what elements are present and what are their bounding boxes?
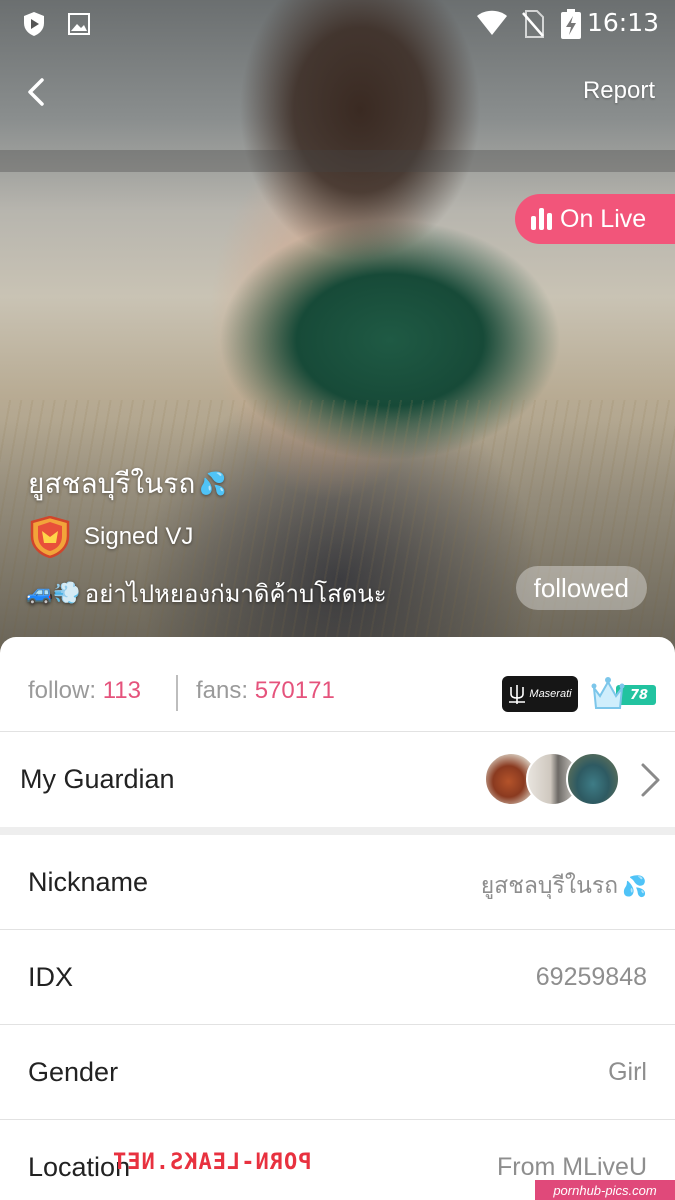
- fans-count: 570171: [254, 677, 335, 704]
- profile-name-text: ยูสชลบุรีในรถ: [28, 467, 196, 500]
- live-badge-label: On Live: [560, 204, 647, 233]
- section-gap: [0, 827, 675, 835]
- idx-row: IDX 69259848: [0, 930, 675, 1025]
- chevron-right-icon[interactable]: [635, 760, 665, 800]
- image-icon: [68, 13, 90, 35]
- live-badge[interactable]: On Live: [515, 194, 675, 244]
- gender-row: Gender Girl: [0, 1025, 675, 1120]
- idx-value: 69259848: [535, 963, 647, 991]
- my-guardian-row[interactable]: My Guardian: [0, 732, 675, 827]
- location-value: From MLiveU: [496, 1153, 647, 1181]
- watermark-text: PORN-LEAKS.NET: [112, 1150, 312, 1175]
- wifi-icon: [477, 10, 507, 35]
- maserati-label: Maserati: [529, 688, 572, 700]
- battery-charging-icon: [561, 9, 581, 39]
- car-dash-emoji: 🚙💨: [26, 581, 81, 606]
- hero-background-stripe: [0, 150, 675, 172]
- live-bars-icon: [531, 208, 552, 230]
- follow-stat[interactable]: follow: 113: [28, 677, 141, 705]
- droplets-emoji: 💦: [199, 471, 227, 497]
- profile-status-text: อย่าไปหยองก่มาดิค้าบโสดนะ: [84, 580, 387, 608]
- follow-count: 113: [102, 677, 141, 704]
- crown-icon: [591, 677, 625, 709]
- stats-row: follow: 113 fans: 570171 Maserati 78: [0, 637, 675, 732]
- profile-name: ยูสชลบุรีในรถ 💦: [28, 462, 227, 506]
- followed-button[interactable]: followed: [515, 566, 647, 610]
- nickname-text: ยูสชลบุรีในรถ: [480, 873, 619, 899]
- fans-stat[interactable]: fans: 570171: [196, 677, 335, 705]
- profile-status-message: 🚙💨 อย่าไปหยองก่มาดิค้าบโสดนะ: [26, 574, 387, 613]
- profile-info-panel: follow: 113 fans: 570171 Maserati 78 My …: [0, 637, 675, 1200]
- follow-label: follow:: [28, 677, 97, 704]
- gender-value: Girl: [608, 1058, 647, 1086]
- fans-label: fans:: [196, 677, 249, 704]
- trident-icon: [509, 685, 526, 704]
- nickname-label: Nickname: [28, 867, 149, 897]
- signed-vj-row: Signed VJ: [28, 516, 193, 558]
- gender-label: Gender: [28, 1057, 119, 1087]
- status-time: 16:13: [586, 8, 659, 37]
- vj-shield-icon: [30, 516, 70, 558]
- idx-label: IDX: [28, 962, 74, 992]
- status-bar: 16:13: [0, 0, 675, 48]
- hero-photo: [0, 0, 675, 660]
- stats-divider: [176, 675, 178, 711]
- level-badge: 78: [590, 674, 658, 714]
- report-button[interactable]: Report: [583, 77, 655, 105]
- guardian-avatar-3[interactable]: [566, 752, 620, 806]
- corner-watermark: pornhub-pics.com: [535, 1180, 675, 1200]
- nickname-emoji: 💦: [622, 874, 647, 898]
- maserati-badge: Maserati: [502, 676, 578, 712]
- nickname-row: Nickname ยูสชลบุรีในรถ 💦: [0, 835, 675, 930]
- no-sim-icon: [522, 10, 544, 38]
- shield-play-icon: [24, 12, 44, 36]
- my-guardian-label: My Guardian: [20, 764, 175, 794]
- signed-vj-label: Signed VJ: [84, 523, 194, 550]
- nickname-value: ยูสชลบุรีในรถ 💦: [481, 868, 647, 904]
- back-button[interactable]: [20, 74, 56, 110]
